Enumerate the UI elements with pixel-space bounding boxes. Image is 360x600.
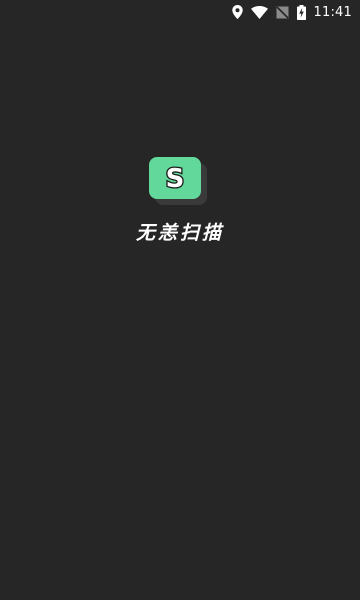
logo-face: S: [149, 157, 201, 199]
splash-screen: 11:41 S 无恙扫描: [0, 0, 360, 600]
wifi-icon: [250, 5, 268, 19]
battery-charging-icon: [296, 4, 306, 20]
s-letter-icon: S: [164, 165, 185, 191]
location-icon: [231, 5, 243, 19]
status-bar: 11:41: [0, 0, 360, 24]
status-time: 11:41: [313, 4, 352, 20]
no-sim-icon: [275, 5, 289, 19]
app-logo: S: [149, 157, 207, 205]
logo-letter: S: [166, 165, 185, 191]
app-title: 无恙扫描: [135, 222, 224, 244]
status-icons: 11:41: [231, 0, 352, 24]
